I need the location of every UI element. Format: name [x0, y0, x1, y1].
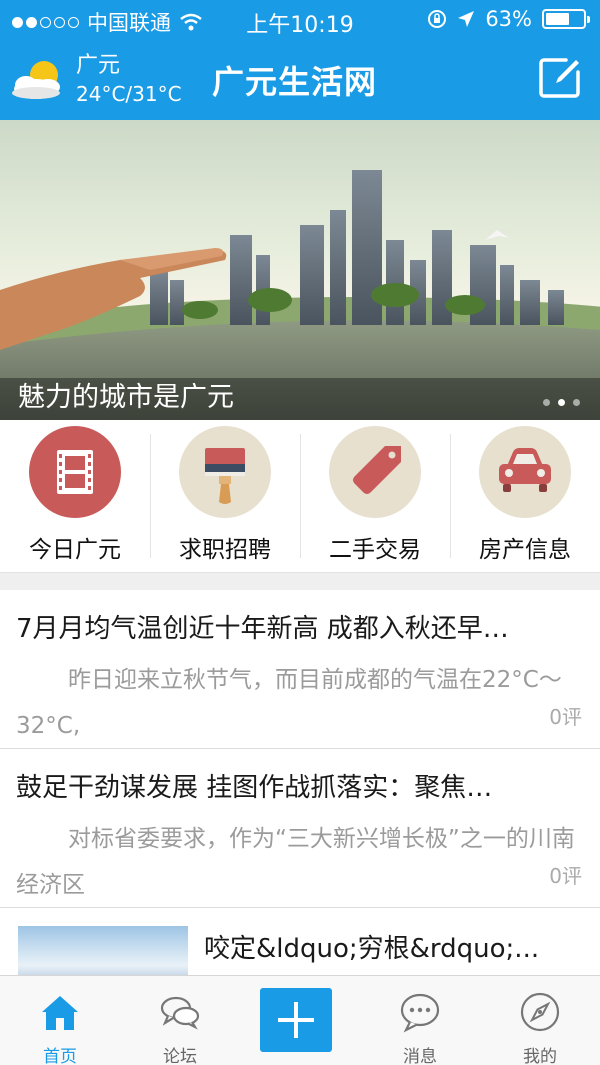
- category-label: 今日广元: [29, 537, 121, 563]
- tag-icon: [329, 426, 421, 518]
- chat-bubbles-icon: [160, 996, 200, 1030]
- status-bar: 中国联通 上午10:19 63%: [0, 0, 600, 40]
- category-grid: 今日广元 求职招聘 二手交易 房产信息: [0, 420, 600, 572]
- battery-percent: 63%: [485, 7, 532, 31]
- battery-fill: [546, 13, 569, 25]
- tab-label: 我的: [523, 1047, 557, 1065]
- plus-icon: [278, 1002, 314, 1038]
- news-title: 鼓足干劲谋发展 挂图作战抓落实：聚焦…: [16, 773, 493, 803]
- news-thumbnail: [18, 926, 188, 982]
- category-real-estate[interactable]: 房产信息: [450, 420, 600, 572]
- weather-text: 广元 24°C/31°C: [76, 52, 182, 108]
- carousel-dot[interactable]: [543, 399, 550, 406]
- location-arrow-icon: [458, 11, 475, 27]
- message-icon: [400, 993, 440, 1033]
- weather-city: 广元: [76, 53, 121, 78]
- car-icon: [479, 426, 571, 518]
- tab-forum[interactable]: 论坛: [120, 976, 240, 1065]
- news-comment-count: 0评: [549, 864, 582, 888]
- tab-label: 消息: [403, 1047, 437, 1065]
- news-summary: 昨日迎来立秋节气，而目前成都的气温在22°C～32°C,: [16, 667, 562, 739]
- section-divider: [0, 572, 600, 590]
- category-label: 房产信息: [479, 537, 571, 563]
- tab-label: 论坛: [163, 1047, 197, 1065]
- carousel-indicator: [543, 399, 580, 406]
- compass-icon: [520, 992, 560, 1032]
- rotation-lock-icon: [428, 10, 447, 28]
- home-icon: [42, 996, 78, 1030]
- paint-brush-icon: [179, 426, 271, 518]
- news-summary: 对标省委要求，作为“三大新兴增长极”之一的川南经济区: [16, 826, 575, 898]
- app-title: 广元生活网: [212, 63, 378, 101]
- category-label: 二手交易: [329, 537, 421, 563]
- tab-home[interactable]: 首页: [0, 976, 120, 1065]
- tab-mine[interactable]: 我的: [480, 976, 600, 1065]
- news-list: 7月月均气温创近十年新高 成都入秋还早… 昨日迎来立秋节气，而目前成都的气温在2…: [0, 590, 600, 982]
- edit-button[interactable]: [538, 56, 582, 100]
- category-second-hand[interactable]: 二手交易: [300, 420, 450, 572]
- carousel-dot[interactable]: [558, 399, 565, 406]
- tab-label: 首页: [43, 1047, 77, 1065]
- category-label: 求职招聘: [179, 537, 271, 563]
- news-comment-count: 0评: [549, 705, 582, 729]
- news-title: 咬定&ldquo;穷根&rdquo;...: [204, 934, 540, 964]
- city-skyline-image: [0, 170, 600, 420]
- bottom-tab-bar: 首页 论坛 消息 我的: [0, 975, 600, 1065]
- banner-carousel[interactable]: 魅力的城市是广元: [0, 120, 600, 420]
- status-right: 63%: [427, 7, 590, 31]
- news-item[interactable]: 咬定&ldquo;穷根&rdquo;...: [0, 908, 600, 982]
- top-bar: 中国联通 上午10:19 63% 广元 24°C/31°C 广元生活网: [0, 0, 600, 120]
- film-icon: [29, 426, 121, 518]
- edit-icon: [539, 58, 580, 98]
- weather-temp: 24°C/31°C: [76, 82, 182, 106]
- post-button[interactable]: [260, 988, 332, 1052]
- battery-icon: [542, 9, 590, 29]
- weather-widget[interactable]: 广元 24°C/31°C: [10, 52, 182, 108]
- category-today-guangyuan[interactable]: 今日广元: [0, 420, 150, 572]
- carousel-dot[interactable]: [573, 399, 580, 406]
- news-item[interactable]: 鼓足干劲谋发展 挂图作战抓落实：聚焦… 对标省委要求，作为“三大新兴增长极”之一…: [0, 749, 600, 908]
- partly-cloudy-icon: [10, 55, 70, 105]
- news-item[interactable]: 7月月均气温创近十年新高 成都入秋还早… 昨日迎来立秋节气，而目前成都的气温在2…: [0, 590, 600, 749]
- tab-messages[interactable]: 消息: [360, 976, 480, 1065]
- tab-post[interactable]: [240, 976, 360, 1065]
- category-jobs[interactable]: 求职招聘: [150, 420, 300, 572]
- news-title: 7月月均气温创近十年新高 成都入秋还早…: [16, 614, 509, 644]
- banner-caption: 魅力的城市是广元: [0, 378, 600, 420]
